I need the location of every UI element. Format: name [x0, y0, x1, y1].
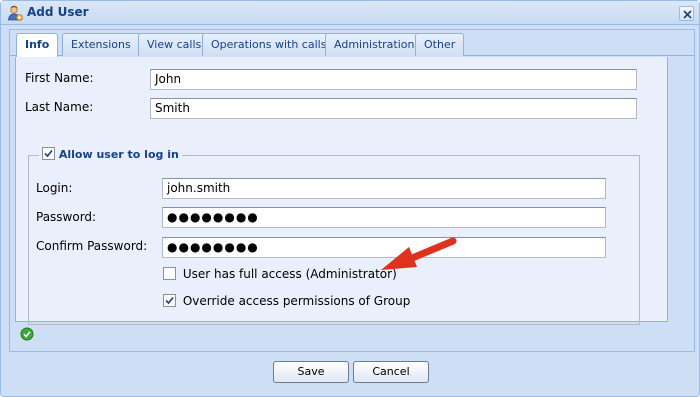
- login-label: Login:: [36, 181, 73, 195]
- override-permissions-checkbox[interactable]: [163, 294, 176, 307]
- dialog-body: Info Extensions View calls Operations wi…: [9, 29, 695, 352]
- full-access-label: User has full access (Administrator): [182, 267, 397, 281]
- confirm-password-label: Confirm Password:: [36, 239, 148, 253]
- tab-info[interactable]: Info: [16, 33, 59, 57]
- info-tab-panel: First Name: John Last Name: Smith Allow …: [15, 57, 668, 325]
- tab-operations-with-calls[interactable]: Operations with calls: [202, 33, 336, 56]
- first-name-label: First Name:: [25, 71, 94, 85]
- add-user-window: Add User Info Extensions View calls Oper…: [0, 0, 700, 397]
- password-field[interactable]: ●●●●●●●●: [162, 207, 606, 228]
- allow-login-checkbox[interactable]: [42, 147, 55, 160]
- first-name-field[interactable]: John: [150, 69, 637, 90]
- password-label: Password:: [36, 210, 97, 224]
- window-title: Add User: [27, 5, 89, 19]
- close-icon: [683, 10, 692, 19]
- checkmark-icon: [165, 296, 174, 305]
- allow-login-legend[interactable]: Allow user to log in: [39, 147, 182, 163]
- save-button[interactable]: Save: [273, 361, 349, 383]
- full-access-option[interactable]: User has full access (Administrator): [163, 267, 397, 281]
- checkmark-icon: [44, 149, 53, 158]
- tab-other[interactable]: Other: [415, 33, 465, 56]
- tab-administration[interactable]: Administration: [325, 33, 424, 56]
- override-permissions-label: Override access permissions of Group: [182, 294, 411, 308]
- override-permissions-option[interactable]: Override access permissions of Group: [163, 294, 410, 308]
- check-circle-icon: [20, 327, 34, 341]
- full-access-checkbox[interactable]: [163, 267, 176, 280]
- tab-extensions[interactable]: Extensions: [62, 33, 140, 56]
- red-arrow-icon: [381, 237, 457, 270]
- login-field[interactable]: john.smith: [162, 178, 606, 199]
- tab-strip: Info Extensions View calls Operations wi…: [10, 30, 694, 57]
- tab-view-calls[interactable]: View calls: [138, 33, 211, 56]
- close-button[interactable]: [679, 6, 694, 21]
- allow-login-label: Allow user to log in: [58, 148, 179, 161]
- last-name-label: Last Name:: [25, 100, 94, 114]
- last-name-field[interactable]: Smith: [150, 98, 637, 119]
- user-add-icon: [7, 5, 23, 21]
- cancel-button[interactable]: Cancel: [353, 361, 429, 383]
- title-bar[interactable]: Add User: [1, 1, 699, 25]
